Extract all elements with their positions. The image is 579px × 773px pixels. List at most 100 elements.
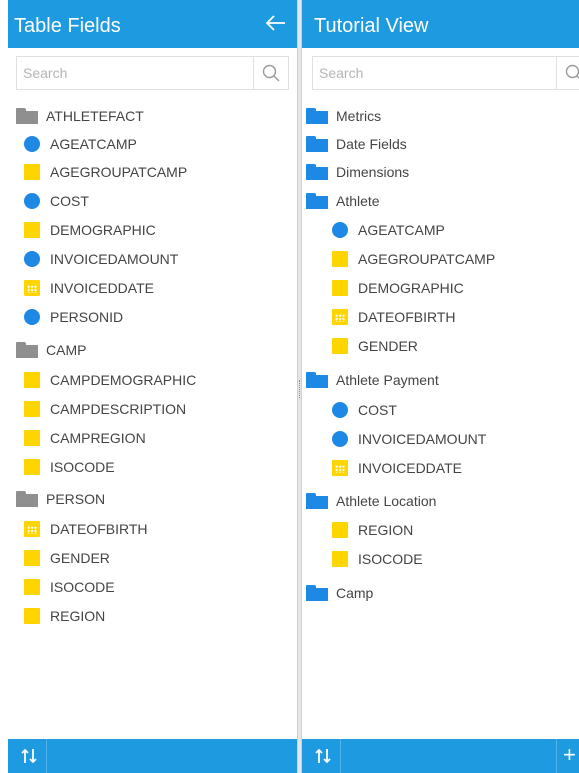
- metric-icon: [332, 222, 348, 238]
- item-label: AGEGROUPATCAMP: [358, 251, 496, 267]
- table-fields-panel: Table Fields ATHLETEFACT AGEATCAMP AGEGROU…: [0, 0, 297, 773]
- folder-icon: [16, 108, 38, 124]
- dimension-icon: [24, 430, 40, 446]
- sort-icon[interactable]: [14, 739, 47, 773]
- item-label: COST: [50, 193, 89, 209]
- add-button[interactable]: +: [556, 739, 579, 773]
- metric-icon: [24, 309, 40, 325]
- field-item[interactable]: ISOCODE: [24, 574, 115, 600]
- folder-item[interactable]: Camp: [306, 580, 373, 606]
- field-item[interactable]: COST: [332, 397, 397, 423]
- field-item[interactable]: CAMPDESCRIPTION: [24, 396, 186, 422]
- table-fields-header: Table Fields: [8, 0, 297, 48]
- search-box: [312, 56, 579, 90]
- item-label: INVOICEDDATE: [50, 280, 154, 296]
- field-item[interactable]: AGEGROUPATCAMP: [24, 159, 187, 185]
- search-icon[interactable]: [556, 57, 579, 89]
- metric-icon: [24, 193, 40, 209]
- field-item[interactable]: DATEOFBIRTH: [24, 516, 148, 542]
- item-label: REGION: [50, 608, 106, 624]
- folder-item[interactable]: Dimensions: [306, 159, 409, 185]
- dimension-icon: [24, 372, 40, 388]
- item-label: DEMOGRAPHIC: [50, 222, 156, 238]
- item-label: INVOICEDAMOUNT: [358, 431, 487, 447]
- item-label: CAMPDEMOGRAPHIC: [50, 372, 197, 388]
- folder-item[interactable]: PERSON: [16, 486, 105, 512]
- field-item[interactable]: ISOCODE: [24, 454, 115, 480]
- item-label: COST: [358, 402, 397, 418]
- field-item[interactable]: REGION: [24, 603, 105, 629]
- metric-icon: [24, 136, 40, 152]
- item-label: ISOCODE: [358, 551, 423, 567]
- field-item[interactable]: CAMPREGION: [24, 425, 146, 451]
- search-input[interactable]: [17, 57, 249, 89]
- field-item[interactable]: INVOICEDDATE: [24, 275, 154, 301]
- folder-item[interactable]: ATHLETEFACT: [16, 103, 144, 129]
- item-label: REGION: [358, 522, 414, 538]
- item-label: Camp: [336, 585, 374, 601]
- item-label: PERSONID: [50, 309, 124, 325]
- dimension-icon: [24, 579, 40, 595]
- field-item[interactable]: INVOICEDDATE: [332, 455, 462, 481]
- folder-icon: [16, 491, 38, 507]
- field-item[interactable]: INVOICEDAMOUNT: [24, 246, 178, 272]
- plus-icon: +: [563, 742, 576, 767]
- field-item[interactable]: ISOCODE: [332, 546, 423, 572]
- item-label: Dimensions: [336, 164, 410, 180]
- field-item[interactable]: COST: [24, 188, 89, 214]
- folder-item[interactable]: CAMP: [16, 337, 86, 363]
- dimension-icon: [332, 551, 348, 567]
- item-label: PERSON: [46, 491, 106, 507]
- item-label: GENDER: [50, 550, 110, 566]
- field-item[interactable]: DEMOGRAPHIC: [24, 217, 156, 243]
- calendar-icon: [24, 280, 40, 296]
- folder-icon: [16, 342, 38, 358]
- item-label: INVOICEDDATE: [358, 460, 462, 476]
- field-item[interactable]: DEMOGRAPHIC: [332, 275, 464, 301]
- folder-icon: [306, 108, 328, 124]
- item-label: CAMPDESCRIPTION: [50, 401, 187, 417]
- field-item[interactable]: AGEATCAMP: [332, 217, 445, 243]
- item-label: ISOCODE: [50, 579, 115, 595]
- item-label: Metrics: [336, 108, 382, 124]
- panel-title: Table Fields: [14, 15, 121, 37]
- folder-icon: [306, 372, 328, 388]
- search-box: [16, 56, 289, 90]
- item-label: Athlete Location: [336, 493, 437, 509]
- tutorial-view-panel: Tutorial View Metrics Date Fields Dimensio…: [302, 0, 579, 773]
- sort-icon[interactable]: [308, 739, 341, 773]
- field-item[interactable]: PERSONID: [24, 304, 123, 330]
- table-fields-footer: [8, 739, 297, 773]
- field-item[interactable]: CAMPDEMOGRAPHIC: [24, 367, 196, 393]
- folder-item[interactable]: Athlete Payment: [306, 367, 439, 393]
- field-item[interactable]: AGEGROUPATCAMP: [332, 246, 495, 272]
- item-label: Athlete: [336, 193, 380, 209]
- metric-icon: [332, 431, 348, 447]
- arrow-left-icon[interactable]: [263, 10, 289, 36]
- dimension-icon: [332, 280, 348, 296]
- field-item[interactable]: DATEOFBIRTH: [332, 304, 456, 330]
- folder-item[interactable]: Athlete Location: [306, 488, 436, 514]
- folder-item[interactable]: Date Fields: [306, 131, 407, 157]
- dimension-icon: [24, 222, 40, 238]
- item-label: AGEATCAMP: [50, 136, 137, 152]
- folder-icon: [306, 193, 328, 209]
- field-item[interactable]: GENDER: [24, 545, 110, 571]
- dimension-icon: [24, 608, 40, 624]
- field-item[interactable]: INVOICEDAMOUNT: [332, 426, 486, 452]
- field-item[interactable]: GENDER: [332, 333, 418, 359]
- item-label: ISOCODE: [50, 459, 115, 475]
- resize-grip-icon[interactable]: [299, 380, 301, 398]
- field-item[interactable]: AGEATCAMP: [24, 131, 137, 157]
- search-icon[interactable]: [253, 57, 288, 89]
- dimension-icon: [332, 251, 348, 267]
- folder-item[interactable]: Athlete: [306, 188, 380, 214]
- item-label: AGEATCAMP: [358, 222, 445, 238]
- search-input[interactable]: [313, 57, 545, 89]
- folder-item[interactable]: Metrics: [306, 103, 381, 129]
- field-item[interactable]: REGION: [332, 517, 413, 543]
- item-label: ATHLETEFACT: [46, 108, 144, 124]
- metric-icon: [24, 251, 40, 267]
- item-label: Athlete Payment: [336, 372, 439, 388]
- dimension-icon: [332, 338, 348, 354]
